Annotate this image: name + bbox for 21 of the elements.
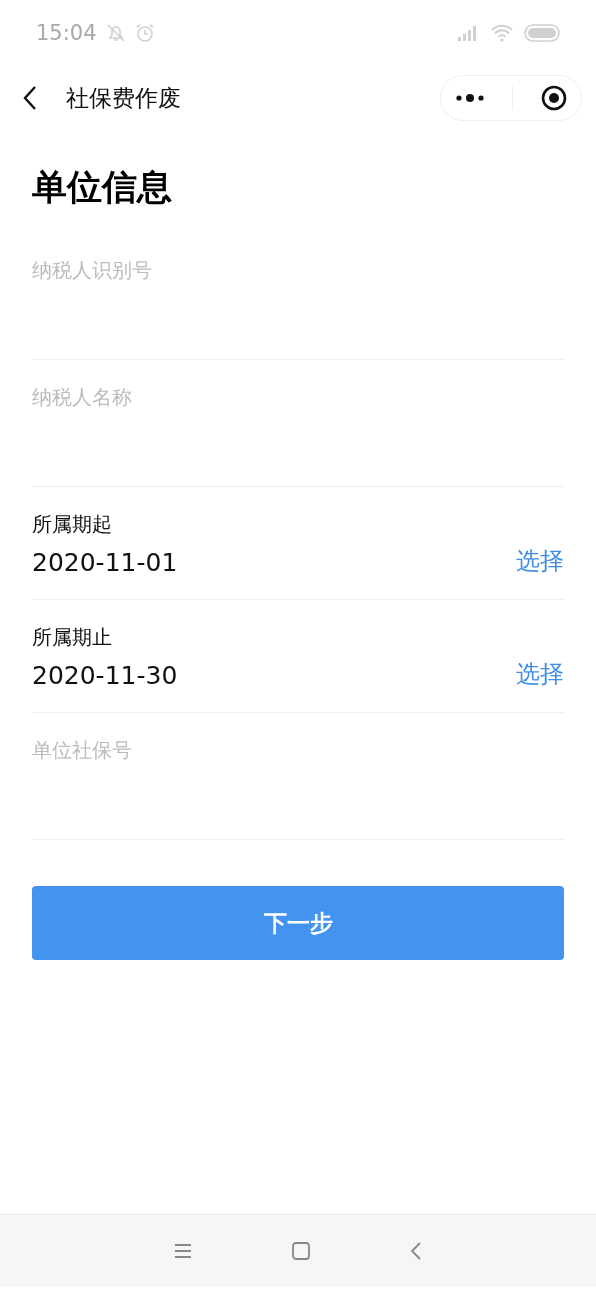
back-icon[interactable]	[22, 85, 38, 111]
date-value: 2020-11-01	[32, 548, 178, 577]
more-icon[interactable]	[454, 93, 485, 103]
next-button[interactable]: 下一步	[32, 886, 564, 960]
select-link[interactable]: 选择	[516, 545, 564, 577]
battery-icon	[524, 24, 562, 42]
select-link[interactable]: 选择	[516, 658, 564, 690]
input-field[interactable]: 单位社保号	[32, 737, 564, 840]
home-icon[interactable]	[292, 1242, 310, 1260]
wifi-icon	[490, 24, 514, 42]
status-time: 15:04	[36, 21, 97, 45]
section-heading: 单位信息	[32, 166, 173, 209]
input-field[interactable]: 纳税人识别号	[32, 257, 564, 360]
input-field[interactable]: 纳税人名称	[32, 384, 564, 487]
date-value: 2020-11-30	[32, 661, 178, 690]
field-label: 所属期止	[32, 624, 113, 651]
menu-icon[interactable]	[174, 1243, 192, 1259]
page-title: 社保费作废	[66, 83, 181, 113]
field-label: 所属期起	[32, 511, 113, 538]
muted-bell-icon	[104, 23, 127, 43]
alarm-clock-icon	[134, 23, 155, 43]
